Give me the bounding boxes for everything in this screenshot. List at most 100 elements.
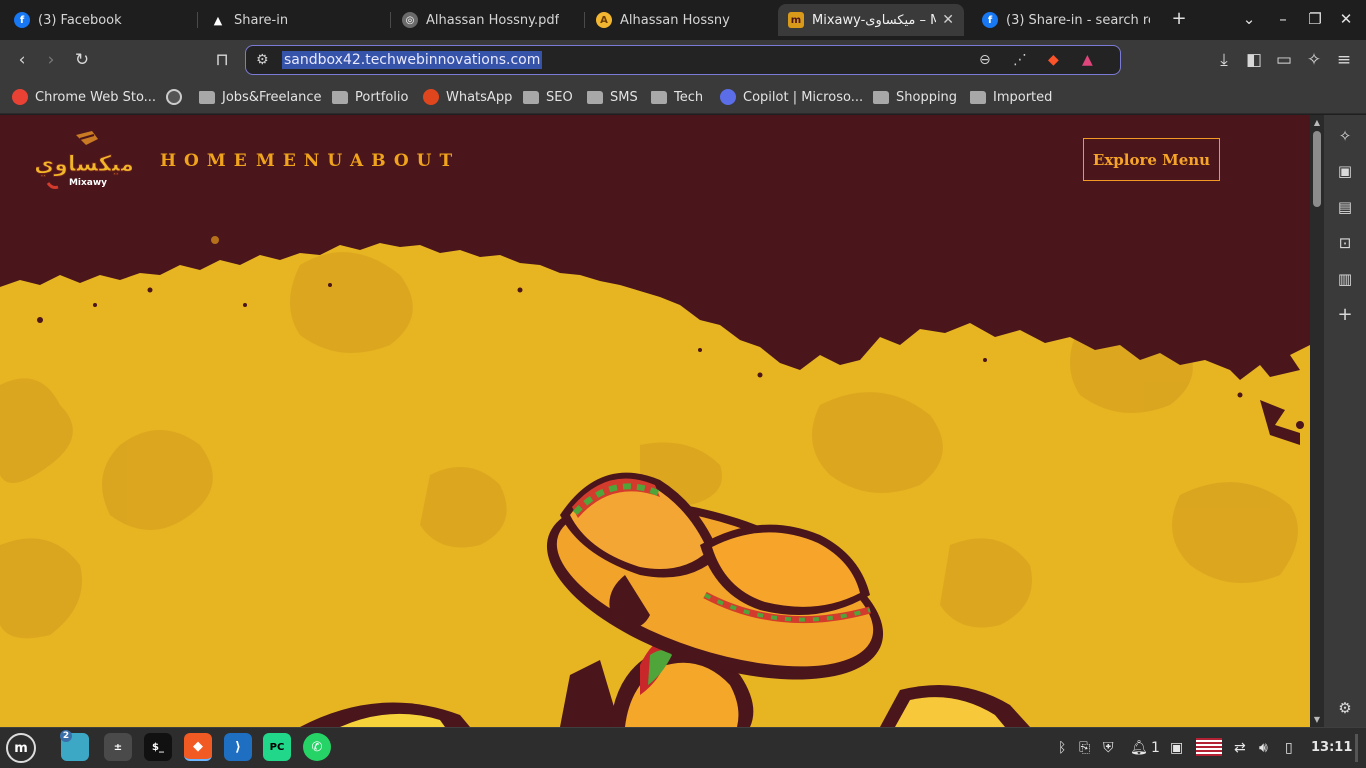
site-icon: [166, 89, 182, 105]
close-window-icon[interactable]: ✕: [1336, 10, 1356, 28]
address-bar[interactable]: ⚙ sandbox42.techwebinnovations.com ⊖ ⋰ ◆…: [245, 45, 1121, 75]
svg-text:ميكساوي: ميكساوي: [36, 152, 132, 177]
reading-list-icon[interactable]: ▥: [1336, 270, 1354, 288]
files-badge: 2: [60, 730, 72, 742]
whatsapp-icon[interactable]: ✆: [303, 733, 331, 761]
bookmark-folder-tech[interactable]: Tech: [651, 87, 703, 107]
tab-alhassan[interactable]: A Alhassan Hossny: [586, 4, 774, 36]
leo-ai-icon[interactable]: ✧: [1303, 50, 1325, 70]
network-icon[interactable]: ⇄: [1234, 740, 1246, 756]
tab-share-in[interactable]: ▲ Share-in: [200, 4, 388, 36]
keyboard-layout-us-flag-icon[interactable]: [1196, 738, 1222, 756]
svg-text:Mixawy: Mixawy: [69, 178, 107, 188]
bluetooth-icon[interactable]: ᛒ: [1058, 740, 1066, 756]
nav-about[interactable]: ABOUT: [350, 151, 460, 171]
chrome-web-store-icon: [12, 89, 28, 105]
terminal-icon[interactable]: $_: [144, 733, 172, 761]
bookmarks-panel-icon[interactable]: ⊡: [1336, 234, 1354, 252]
bookmark-folder-jobs[interactable]: Jobs&Freelance: [199, 87, 322, 107]
bookmark-icon[interactable]: ⊓: [211, 50, 233, 70]
zoom-icon[interactable]: ⊖: [979, 52, 991, 68]
tab-pdf[interactable]: ◎ Alhassan Hossny.pdf: [392, 4, 582, 36]
tab-strip: f (3) Facebook ▲ Share-in ◎ Alhassan Hos…: [0, 0, 1366, 40]
reload-icon[interactable]: ↻: [71, 50, 93, 70]
brave-shields-icon[interactable]: ◆: [1048, 52, 1059, 68]
wallet-icon[interactable]: ▭: [1273, 50, 1295, 70]
bookmark-label: SEO: [546, 89, 573, 105]
bookmark-site[interactable]: [166, 87, 189, 107]
bookmark-folder-sms[interactable]: SMS: [587, 87, 638, 107]
vscode-icon[interactable]: ⟩: [224, 733, 252, 761]
whatsapp-alert-icon: [423, 89, 439, 105]
close-tab-icon[interactable]: ✕: [936, 12, 954, 28]
clock[interactable]: 13:11: [1311, 740, 1352, 755]
wallet-panel-icon[interactable]: ▤: [1336, 198, 1354, 216]
tab-facebook[interactable]: f (3) Facebook: [4, 4, 194, 36]
files-icon[interactable]: 2: [60, 730, 89, 761]
bookmark-copilot[interactable]: Copilot | Microso...: [720, 87, 863, 107]
bookmark-chrome-web-store[interactable]: Chrome Web Sto...: [12, 87, 156, 107]
scroll-down-icon[interactable]: ▼: [1312, 715, 1322, 724]
volume-icon[interactable]: 🔊︎: [1259, 740, 1268, 756]
page-scrollbar[interactable]: ▲ ▼: [1310, 115, 1324, 727]
leo-sparkle-icon[interactable]: ✧: [1336, 127, 1354, 145]
share-in-icon: ▲: [213, 13, 223, 27]
folder-icon: [970, 90, 986, 104]
site-settings-icon[interactable]: ⚙: [256, 52, 269, 68]
nav-menu[interactable]: MENU: [256, 151, 350, 171]
bookmark-label: Tech: [674, 89, 704, 105]
brave-browser-icon[interactable]: ◆: [184, 733, 212, 761]
bookmark-whatsapp[interactable]: WhatsApp: [423, 87, 512, 107]
globe-icon: ◎: [402, 12, 418, 28]
mixawy-logo[interactable]: ميكساوي Mixawy: [36, 129, 132, 199]
folder-icon: [199, 90, 215, 104]
notifications-icon[interactable]: 🔔︎: [1130, 740, 1148, 756]
tab-title: (3) Share-in - search resu: [1006, 12, 1150, 28]
new-tab-icon[interactable]: +: [1169, 8, 1189, 29]
explore-menu-button[interactable]: Explore Menu: [1083, 138, 1220, 181]
show-desktop-button[interactable]: [1355, 734, 1358, 762]
linux-mint-menu-icon[interactable]: m: [6, 733, 36, 763]
maximize-icon[interactable]: ❐: [1305, 10, 1325, 28]
tab-mixawy[interactable]: m Mixawy-ميكساوى – M ✕: [778, 4, 964, 36]
bookmark-folder-shopping[interactable]: Shopping: [873, 87, 957, 107]
browser-side-panel: ✧ ▣ ▤ ⊡ ▥ + ⚙: [1324, 115, 1366, 727]
url-text[interactable]: sandbox42.techwebinnovations.com: [282, 51, 543, 69]
bookmark-folder-portfolio[interactable]: Portfolio: [332, 87, 408, 107]
add-panel-icon[interactable]: +: [1336, 306, 1354, 324]
downloads-icon[interactable]: ⤓: [1213, 50, 1235, 70]
display-icon[interactable]: ▣: [1170, 740, 1183, 756]
scroll-up-icon[interactable]: ▲: [1312, 118, 1322, 127]
mixawy-icon: m: [788, 12, 804, 28]
copilot-icon: [720, 89, 736, 105]
back-icon[interactable]: ‹: [11, 50, 33, 70]
bookmark-label: Imported: [993, 89, 1053, 105]
panel-settings-icon[interactable]: ⚙: [1336, 699, 1354, 717]
sidebar-toggle-icon[interactable]: ◧: [1243, 50, 1265, 70]
minimize-icon[interactable]: –: [1273, 10, 1293, 28]
forward-icon[interactable]: ›: [40, 50, 62, 70]
clipboard-icon[interactable]: ⎘: [1079, 740, 1090, 756]
bookmark-folder-seo[interactable]: SEO: [523, 87, 573, 107]
calculator-icon[interactable]: ±: [104, 733, 132, 761]
bookmark-label: Chrome Web Sto...: [35, 89, 157, 105]
battery-icon[interactable]: ▯: [1285, 740, 1293, 756]
folder-icon: [332, 90, 348, 104]
pycharm-icon[interactable]: PC: [263, 733, 291, 761]
share-icon[interactable]: ⋰: [1013, 52, 1027, 68]
alhassan-icon: A: [596, 12, 612, 28]
nav-home[interactable]: HOME: [160, 151, 255, 171]
scroll-thumb[interactable]: [1313, 131, 1321, 207]
bookmark-label: Copilot | Microso...: [743, 89, 864, 105]
shield-update-icon[interactable]: ⛨: [1103, 740, 1114, 756]
brave-rewards-icon[interactable]: ▲: [1082, 52, 1093, 68]
tab-search-chevron-icon[interactable]: ⌄: [1239, 10, 1259, 28]
menu-icon[interactable]: ≡: [1333, 50, 1355, 70]
tab-share-in-search[interactable]: f (3) Share-in - search resu: [972, 4, 1160, 36]
folder-icon: [873, 90, 889, 104]
bookmark-label: WhatsApp: [446, 89, 513, 105]
tab-title: Alhassan Hossny: [620, 12, 730, 28]
tab-title: (3) Facebook: [38, 12, 122, 28]
bookmark-folder-imported[interactable]: Imported: [970, 87, 1052, 107]
talk-video-icon[interactable]: ▣: [1336, 162, 1354, 180]
